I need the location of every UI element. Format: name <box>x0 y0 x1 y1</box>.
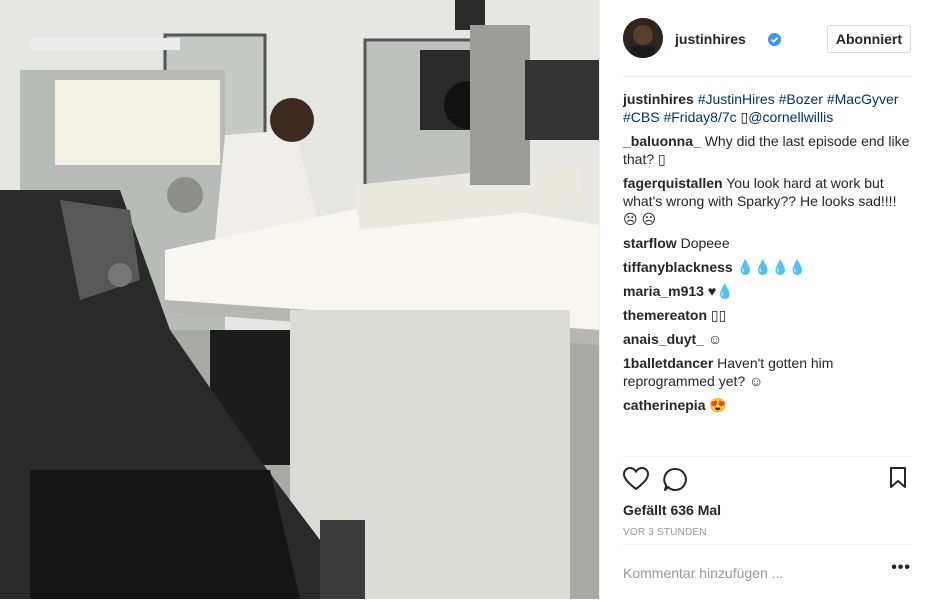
comment-username[interactable]: catherinepia <box>623 397 705 413</box>
comment-input[interactable]: Kommentar hinzufügen ... <box>623 565 783 581</box>
comment: anais_duyt_ ☺ <box>623 330 913 348</box>
comment-username[interactable]: maria_m913 <box>623 283 704 299</box>
follow-button[interactable]: Abonniert <box>826 25 911 53</box>
comment: starflow Dopeee <box>623 234 913 252</box>
comments-list: justinhires #JustinHires #Bozer #MacGyve… <box>623 90 913 420</box>
comment-username[interactable]: anais_duyt_ <box>623 331 704 347</box>
comment: themereaton ▯▯ <box>623 306 913 324</box>
comment-text: ☺ <box>707 331 723 347</box>
verified-badge-icon <box>768 33 781 49</box>
post-side-panel: justinhires Abonniert justinhires #Justi… <box>599 0 933 599</box>
comment-username[interactable]: 1balletdancer <box>623 355 713 371</box>
hashtag[interactable]: #CBS <box>623 109 660 125</box>
mention[interactable]: @cornellwillis <box>748 109 833 125</box>
comment: catherinepia 😍 <box>623 396 913 414</box>
comment-text: 😍 <box>709 397 727 413</box>
bookmark-icon[interactable] <box>889 467 907 492</box>
post-actions: Gefällt 636 Mal VOR 3 STUNDEN <box>622 456 911 538</box>
comment: fagerquistallen You look hard at work bu… <box>623 174 913 228</box>
photo-illustration <box>0 0 599 599</box>
username[interactable]: justinhires <box>675 31 746 47</box>
post-view: justinhires Abonniert justinhires #Justi… <box>0 0 933 599</box>
caption: justinhires #JustinHires #Bozer #MacGyve… <box>623 90 913 126</box>
heart-icon[interactable] <box>622 466 650 494</box>
post-timestamp[interactable]: VOR 3 STUNDEN <box>623 527 707 538</box>
hashtag[interactable]: #JustinHires <box>698 91 775 107</box>
comment-text: ♥💧 <box>707 283 734 299</box>
more-options-icon[interactable]: ••• <box>891 559 911 577</box>
hashtag[interactable]: #Friday8/7c <box>663 109 736 125</box>
avatar-image <box>623 18 663 58</box>
comment: tiffanyblackness 💧💧💧💧 <box>623 258 913 276</box>
comment-username[interactable]: _baluonna_ <box>623 133 701 149</box>
avatar[interactable] <box>623 18 663 58</box>
comment-username[interactable]: tiffanyblackness <box>623 259 733 275</box>
add-comment-bar: Kommentar hinzufügen ... ••• <box>623 544 911 600</box>
comment-text: ▯▯ <box>710 307 727 323</box>
comment-text: Dopeee <box>680 235 730 251</box>
comment: _baluonna_ Why did the last episode end … <box>623 132 913 168</box>
comment: 1balletdancer Haven't gotten him reprogr… <box>623 354 913 390</box>
comment: maria_m913 ♥💧 <box>623 282 913 300</box>
hashtag[interactable]: #Bozer <box>779 91 823 107</box>
comment-username[interactable]: starflow <box>623 235 677 251</box>
comment-username[interactable]: fagerquistallen <box>623 175 723 191</box>
caption-username[interactable]: justinhires <box>623 91 694 107</box>
comment-text: 💧💧💧💧 <box>736 259 807 275</box>
comment-username[interactable]: themereaton <box>623 307 707 323</box>
likes-count[interactable]: Gefällt 636 Mal <box>623 502 721 518</box>
post-photo[interactable] <box>0 0 599 599</box>
hashtag[interactable]: #MacGyver <box>827 91 899 107</box>
post-header: justinhires Abonniert <box>623 18 911 77</box>
comment-icon[interactable] <box>663 467 688 495</box>
